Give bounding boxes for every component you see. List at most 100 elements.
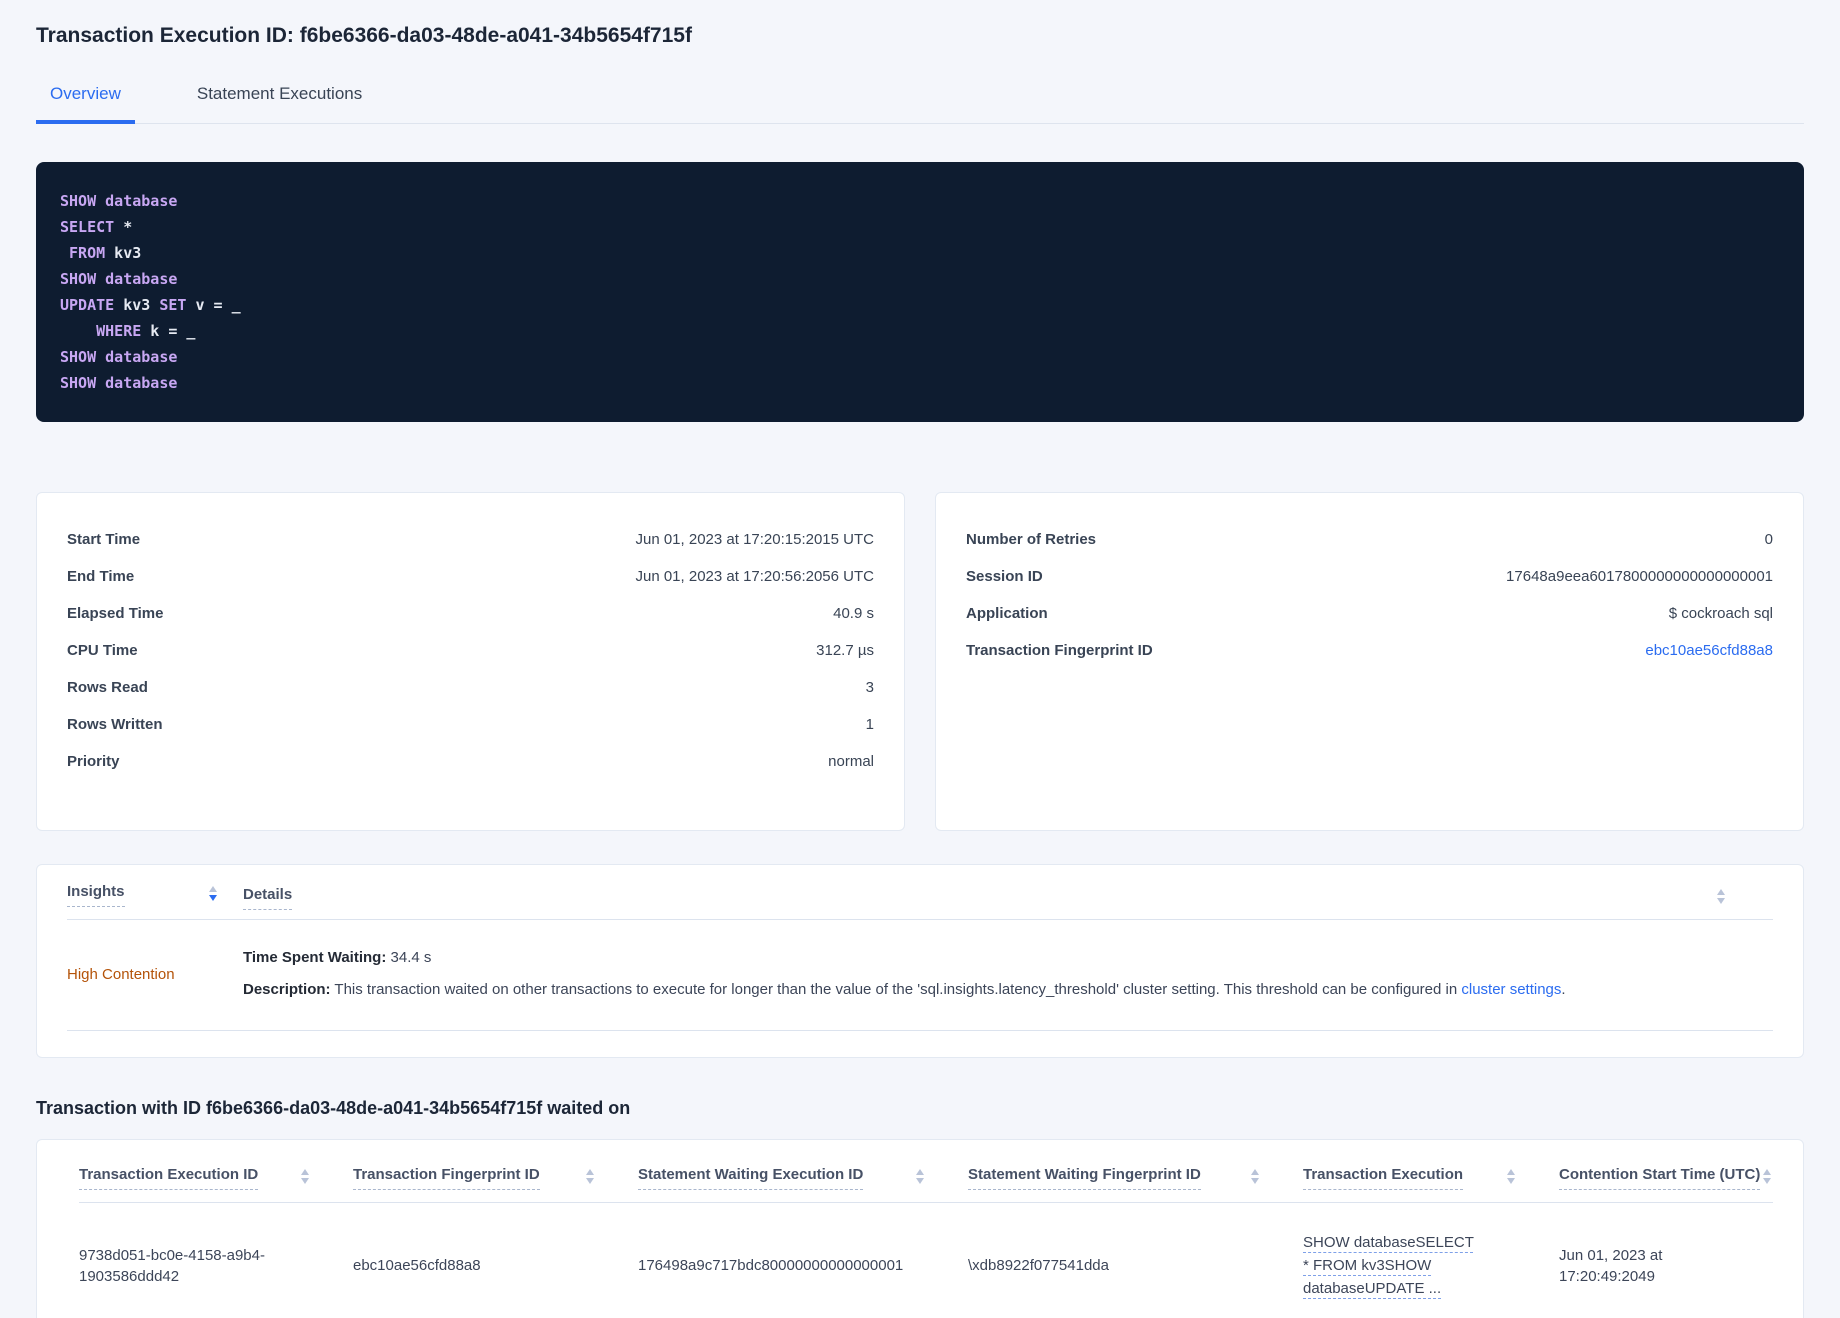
column-header: Statement Waiting Fingerprint ID	[968, 1166, 1303, 1190]
cell-transaction-fingerprint-id: ebc10ae56cfd88a8	[353, 1257, 481, 1274]
column-header: Transaction Execution ID	[79, 1166, 353, 1190]
sort-asc-icon	[1251, 1169, 1259, 1175]
sort-desc-icon	[301, 1178, 309, 1184]
sort-icon[interactable]	[586, 1166, 594, 1184]
table-row: 9738d051-bc0e-4158-a9b4-1903586ddd42 ebc…	[79, 1203, 1773, 1318]
sort-icon[interactable]	[916, 1166, 924, 1184]
cell-transaction-execution-id: 9738d051-bc0e-4158-a9b4-1903586ddd42	[79, 1246, 265, 1285]
column-header-label[interactable]: Statement Waiting Fingerprint ID	[968, 1166, 1201, 1190]
column-header-label[interactable]: Transaction Execution ID	[79, 1166, 259, 1190]
tab-statement-executions[interactable]: Statement Executions	[183, 74, 376, 124]
sql-token: FROM	[69, 244, 106, 262]
cell-transaction-execution: SHOW databaseSELECT * FROM kv3SHOW datab…	[1303, 1231, 1559, 1300]
sql-token: WHERE	[96, 322, 142, 340]
sql-token: SET	[159, 296, 187, 314]
sort-icon[interactable]	[301, 1166, 309, 1184]
sql-token: SHOW	[60, 192, 97, 210]
sort-desc-icon	[1507, 1178, 1515, 1184]
summary-row: Start Time Jun 01, 2023 at 17:20:15:2015 …	[67, 521, 874, 558]
sql-line: SHOW database	[60, 370, 1780, 396]
sort-asc-icon	[1717, 889, 1725, 895]
summary-row: Elapsed Time 40.9 s	[67, 595, 874, 632]
summary-row: Rows Read 3	[67, 669, 874, 706]
column-header: Statement Waiting Execution ID	[638, 1166, 968, 1190]
summary-label: Priority	[67, 753, 120, 770]
column-header-details: Details	[243, 886, 293, 910]
sort-desc-icon	[586, 1178, 594, 1184]
summary-value: normal	[828, 753, 874, 770]
sql-token: SELECT	[60, 218, 115, 236]
sql-line: SHOW database	[60, 266, 1780, 292]
sort-icon[interactable]	[1717, 886, 1725, 904]
sql-token: database	[105, 348, 178, 366]
sort-asc-icon	[301, 1169, 309, 1175]
summary-row: Priority normal	[67, 743, 874, 780]
sort-icon[interactable]	[209, 883, 217, 901]
summary-value: Jun 01, 2023 at 17:20:56:2056 UTC	[635, 568, 874, 585]
sort-asc-icon	[586, 1169, 594, 1175]
summary-value: 312.7 µs	[816, 642, 874, 659]
column-header-label[interactable]: Contention Start Time (UTC)	[1559, 1166, 1761, 1190]
cell-statement-waiting-fingerprint-id: \xdb8922f077541dda	[968, 1257, 1109, 1274]
sort-icon[interactable]	[1763, 1166, 1771, 1184]
summary-value: $ cockroach sql	[1668, 605, 1773, 622]
sort-desc-icon	[1251, 1178, 1259, 1184]
summary-row: Number of Retries 0	[966, 521, 1773, 558]
column-header: Transaction Fingerprint ID	[353, 1166, 638, 1190]
summary-value: Jun 01, 2023 at 17:20:15:2015 UTC	[635, 531, 874, 548]
sql-line: SHOW database	[60, 344, 1780, 370]
summary-label: Rows Written	[67, 716, 163, 733]
sort-asc-icon	[1763, 1169, 1771, 1175]
summary-row: End Time Jun 01, 2023 at 17:20:56:2056 UT…	[67, 558, 874, 595]
time-spent-waiting: Time Spent Waiting: 34.4 s	[243, 949, 432, 966]
sql-line: SELECT *	[60, 214, 1780, 240]
column-header-label[interactable]: Transaction Execution	[1303, 1166, 1464, 1190]
sort-icon[interactable]	[1507, 1166, 1515, 1184]
sort-desc-icon	[209, 895, 217, 901]
sort-desc-icon	[1717, 898, 1725, 904]
column-header: Contention Start Time (UTC)	[1559, 1166, 1773, 1190]
summary-card-left: Start Time Jun 01, 2023 at 17:20:15:2015 …	[36, 492, 905, 831]
sql-token: SHOW	[60, 374, 97, 392]
sql-statements-box: SHOW database SELECT * FROM kv3 SHOW datab…	[36, 162, 1804, 422]
sql-token: SHOW	[60, 270, 97, 288]
transaction-fingerprint-link[interactable]: ebc10ae56cfd88a8	[1645, 642, 1773, 659]
sql-line: FROM kv3	[60, 240, 1780, 266]
column-header-insights: Insights	[67, 883, 243, 907]
waited-on-header: Transaction Execution ID Transaction Fing…	[79, 1166, 1773, 1190]
column-header-label[interactable]: Statement Waiting Execution ID	[638, 1166, 864, 1190]
sort-desc-icon	[1763, 1178, 1771, 1184]
sort-desc-icon	[916, 1178, 924, 1184]
page-title: Transaction Execution ID: f6be6366-da03-…	[36, 24, 692, 47]
tab-overview[interactable]: Overview	[36, 74, 135, 124]
summary-value: 17648a9eea6017800000000000000001	[1506, 568, 1773, 585]
summary-card-right: Number of Retries 0 Session ID 17648a9eea60…	[935, 492, 1804, 831]
cell-statement-waiting-execution-id: 176498a9c717bdc80000000000000001	[638, 1257, 904, 1274]
summary-label: CPU Time	[67, 642, 138, 659]
cluster-settings-link[interactable]: cluster settings	[1461, 981, 1561, 998]
summary-row: Rows Written 1	[67, 706, 874, 743]
column-header-label[interactable]: Transaction Fingerprint ID	[353, 1166, 540, 1190]
summary-label: Session ID	[966, 568, 1043, 585]
column-header: Transaction Execution	[1303, 1166, 1559, 1190]
sort-icon[interactable]	[1251, 1166, 1259, 1184]
column-header-label[interactable]: Details	[243, 886, 293, 910]
waited-on-heading: Transaction with ID f6be6366-da03-48de-a…	[36, 1098, 631, 1118]
insight-row: High Contention Time Spent Waiting: 34.4…	[67, 920, 1773, 1031]
cell-contention-start-time: Jun 01, 2023 at 17:20:49:2049	[1559, 1246, 1663, 1285]
summary-value: 0	[1764, 531, 1773, 548]
column-header-label[interactable]: Insights	[67, 883, 125, 907]
sql-token: database	[105, 192, 178, 210]
sql-token: k = _	[141, 322, 196, 340]
summary-value: 3	[865, 679, 874, 696]
sql-token: v = _	[186, 296, 241, 314]
transaction-execution-link[interactable]: SHOW databaseSELECT * FROM kv3SHOW datab…	[1303, 1231, 1481, 1300]
tab-bar: Overview Statement Executions	[36, 74, 1804, 124]
sort-asc-icon	[209, 886, 217, 892]
insights-table: Insights Details High Contention Time Sp…	[36, 864, 1804, 1058]
